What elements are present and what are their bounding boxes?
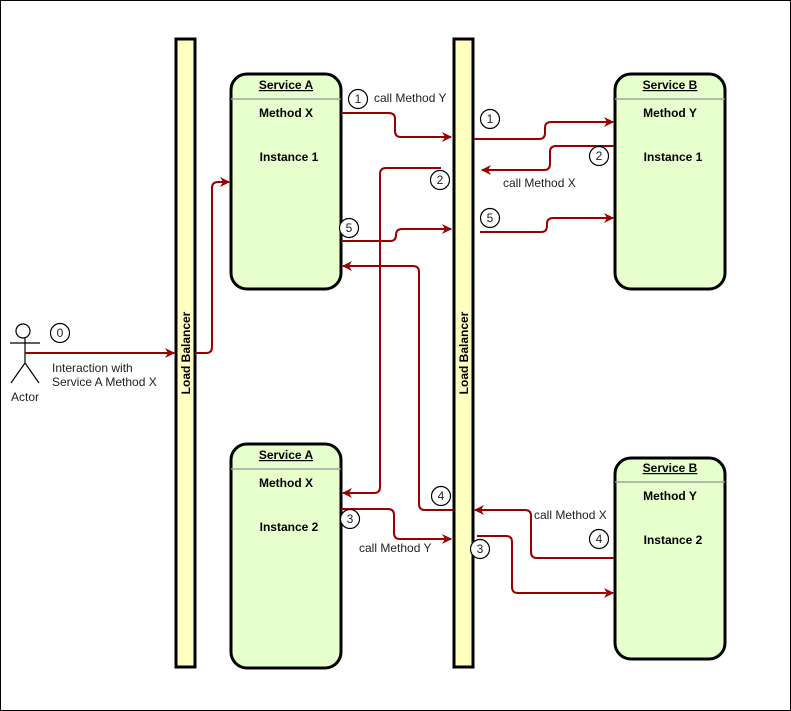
step-badge: 5 — [338, 217, 360, 239]
call-label: call Method X — [503, 176, 576, 190]
interaction-label-line2: Service A Method X — [52, 375, 157, 389]
svg-text:1: 1 — [355, 92, 362, 106]
service-instance: Instance 2 — [260, 520, 319, 534]
load-balancer-label: Load Balancer — [179, 311, 193, 394]
load-balancer-label: Load Balancer — [457, 311, 471, 394]
diagram-canvas: Actor Load Balancer Load Balancer Servic… — [0, 0, 791, 711]
svg-text:1: 1 — [487, 112, 494, 126]
svg-text:2: 2 — [437, 173, 444, 187]
step-badge: 5 — [479, 207, 501, 229]
service-method: Method Y — [643, 489, 697, 503]
service-title: Service B — [643, 461, 698, 475]
svg-text:0: 0 — [57, 326, 64, 340]
svg-text:4: 4 — [596, 532, 603, 546]
svg-text:3: 3 — [347, 512, 354, 526]
service-method: Method X — [259, 476, 313, 490]
call-label: call Method Y — [359, 541, 432, 555]
step-badge: 3 — [469, 538, 491, 560]
svg-text:5: 5 — [346, 221, 353, 235]
service-title: Service B — [643, 78, 698, 92]
step-badge: 2 — [588, 145, 610, 167]
step-badge: 4 — [588, 528, 610, 550]
svg-text:4: 4 — [438, 489, 445, 503]
step-badge: 1 — [479, 108, 501, 130]
service-instance: Instance 1 — [260, 150, 319, 164]
svg-text:5: 5 — [487, 211, 494, 225]
service-method: Method Y — [643, 106, 697, 120]
step-badge: 2 — [429, 169, 451, 191]
step-badge: 4 — [430, 485, 452, 507]
step-badge: 1 — [347, 88, 369, 110]
service-method: Method X — [259, 106, 313, 120]
service-instance: Instance 1 — [644, 150, 703, 164]
interaction-label-line1: Interaction with — [52, 361, 133, 375]
service-a-instance-2[interactable]: Service A Method X Instance 2 — [229, 442, 343, 670]
service-title: Service A — [259, 78, 314, 92]
svg-text:2: 2 — [596, 149, 603, 163]
service-b-instance-1[interactable]: Service B Method Y Instance 1 — [613, 72, 727, 291]
actor-label: Actor — [11, 390, 39, 404]
load-balancer-2[interactable]: Load Balancer — [452, 37, 475, 669]
service-title: Service A — [259, 448, 314, 462]
step-badge: 0 — [49, 322, 71, 344]
service-b-instance-2[interactable]: Service B Method Y Instance 2 — [613, 456, 727, 661]
call-label: call Method X — [534, 508, 607, 522]
svg-text:3: 3 — [477, 542, 484, 556]
load-balancer-1[interactable]: Load Balancer — [174, 37, 197, 669]
call-label: call Method Y — [374, 91, 447, 105]
diagram: Actor Load Balancer Load Balancer Servic… — [0, 0, 791, 711]
actor-icon — [15, 323, 31, 339]
service-instance: Instance 2 — [644, 533, 703, 547]
step-badge: 3 — [339, 508, 361, 530]
service-a-instance-1[interactable]: Service A Method X Instance 1 — [229, 72, 343, 291]
